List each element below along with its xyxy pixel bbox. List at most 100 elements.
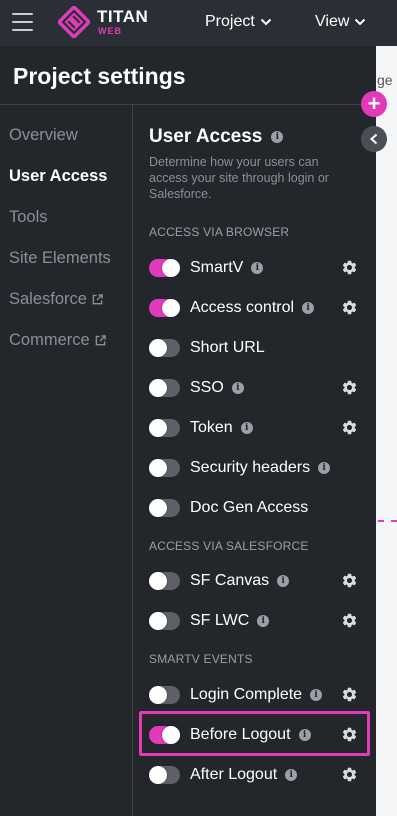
- page-canvas-text: ge: [377, 72, 393, 88]
- nav-project-menu[interactable]: Project: [205, 13, 272, 31]
- titan-logo: [58, 6, 90, 38]
- toggle-switch[interactable]: [149, 339, 180, 357]
- nav-item-label: Commerce: [9, 331, 90, 349]
- chevron-left-icon: [370, 133, 378, 145]
- toggle-switch[interactable]: [149, 419, 180, 437]
- nav-item-label: Site Elements: [9, 249, 111, 267]
- toggle-row: Doc Gen Access: [149, 496, 364, 520]
- page-canvas-edge: [376, 46, 397, 816]
- info-icon[interactable]: i: [271, 131, 284, 143]
- toggle-label: SmartV: [190, 259, 244, 276]
- toggle-label: SF LWC: [190, 612, 250, 629]
- toggle-row: Security headers i: [149, 456, 364, 480]
- toggle-row: SF Canvas i: [149, 569, 364, 593]
- toggle-knob: [149, 612, 167, 630]
- highlight-frame: [139, 711, 370, 756]
- toggle-row: After Logout i: [149, 763, 364, 787]
- info-icon[interactable]: i: [310, 689, 323, 701]
- chevron-down-icon: [355, 18, 366, 26]
- gear-icon[interactable]: [341, 572, 358, 589]
- toggle-knob: [149, 419, 167, 437]
- toggle-knob: [149, 459, 167, 477]
- nav-view-label: View: [315, 13, 350, 30]
- plus-icon: +: [367, 91, 381, 116]
- gear-icon[interactable]: [341, 766, 358, 783]
- toggle-knob: [149, 339, 167, 357]
- toggle-knob: [149, 572, 167, 590]
- toggle-switch[interactable]: [149, 612, 180, 630]
- toggle-knob: [149, 686, 167, 704]
- section-title: User Access i: [149, 126, 284, 148]
- toggle-label: Short URL: [190, 339, 265, 356]
- toggle-label: After Logout: [190, 766, 278, 783]
- toggle-switch[interactable]: [149, 686, 180, 704]
- nav-item-label: Tools: [9, 208, 48, 226]
- toggle-switch[interactable]: [149, 379, 180, 397]
- toggle-label: SF Canvas: [190, 572, 270, 589]
- toggle-row: Login Complete i: [149, 683, 364, 707]
- external-link-icon: [95, 335, 106, 346]
- info-icon[interactable]: i: [231, 382, 244, 394]
- project-settings-panel: Project settings Overview User Access To…: [0, 46, 376, 816]
- toggle-label: Login Complete: [190, 686, 303, 703]
- toggle-row: Token i: [149, 416, 364, 440]
- gear-icon[interactable]: [341, 299, 358, 316]
- toggle-row: SSO i: [149, 376, 364, 400]
- toggle-knob: [149, 379, 167, 397]
- nav-item-site-elements[interactable]: Site Elements: [9, 249, 111, 268]
- group-heading-smartv-events: SMARTV EVENTS: [149, 652, 253, 666]
- brand-name: TITAN: [97, 7, 149, 26]
- toggle-knob: [162, 299, 180, 317]
- add-button[interactable]: +: [361, 91, 387, 117]
- toggle-switch[interactable]: [149, 299, 180, 317]
- info-icon[interactable]: i: [285, 769, 298, 781]
- toggle-switch[interactable]: [149, 459, 180, 477]
- chevron-down-icon: [260, 18, 272, 26]
- group-heading-browser: ACCESS VIA BROWSER: [149, 225, 290, 239]
- toggle-row: Short URL: [149, 336, 364, 360]
- external-link-icon: [92, 294, 103, 305]
- info-icon[interactable]: i: [302, 302, 315, 314]
- info-icon[interactable]: i: [251, 262, 264, 274]
- gear-icon[interactable]: [341, 379, 358, 396]
- nav-item-overview[interactable]: Overview: [9, 126, 78, 145]
- section-description: Determine how your users can access your…: [149, 155, 329, 201]
- group-heading-salesforce: ACCESS VIA SALESFORCE: [149, 539, 309, 553]
- gear-icon[interactable]: [341, 686, 358, 703]
- toggle-knob: [162, 259, 180, 277]
- nav-project-label: Project: [205, 13, 255, 30]
- toggle-knob: [149, 499, 167, 517]
- toggle-switch[interactable]: [149, 259, 180, 277]
- nav-item-label: User Access: [9, 167, 108, 185]
- info-icon[interactable]: i: [257, 615, 270, 627]
- panel-title: Project settings: [13, 63, 186, 89]
- info-icon[interactable]: i: [240, 422, 253, 434]
- toggle-row: Access control i: [149, 296, 364, 320]
- nav-view-menu[interactable]: View: [315, 13, 366, 31]
- nav-item-salesforce[interactable]: Salesforce: [9, 290, 103, 309]
- header-divider: [0, 104, 376, 105]
- info-icon[interactable]: i: [318, 462, 331, 474]
- nav-item-commerce[interactable]: Commerce: [9, 331, 106, 350]
- brand-subtitle: WEB: [98, 26, 122, 36]
- toggle-switch[interactable]: [149, 766, 180, 784]
- section-title-label: User Access: [149, 126, 263, 147]
- collapse-panel-button[interactable]: [361, 126, 387, 152]
- toggle-row: SF LWC i: [149, 609, 364, 633]
- nav-divider: [132, 104, 133, 816]
- nav-item-tools[interactable]: Tools: [9, 208, 48, 227]
- hamburger-icon[interactable]: [12, 13, 33, 31]
- toggle-row: SmartV i: [149, 256, 364, 280]
- toggle-label: Doc Gen Access: [190, 499, 309, 516]
- gear-icon[interactable]: [341, 612, 358, 629]
- gear-icon[interactable]: [341, 259, 358, 276]
- gear-icon[interactable]: [341, 419, 358, 436]
- toggle-switch[interactable]: [149, 499, 180, 517]
- nav-item-label: Overview: [9, 126, 78, 144]
- nav-item-user-access[interactable]: User Access: [9, 167, 107, 186]
- toggle-knob: [149, 766, 167, 784]
- toggle-label: SSO: [190, 379, 224, 396]
- info-icon[interactable]: i: [277, 575, 290, 587]
- toggle-switch[interactable]: [149, 572, 180, 590]
- toggle-label: Access control: [190, 299, 295, 316]
